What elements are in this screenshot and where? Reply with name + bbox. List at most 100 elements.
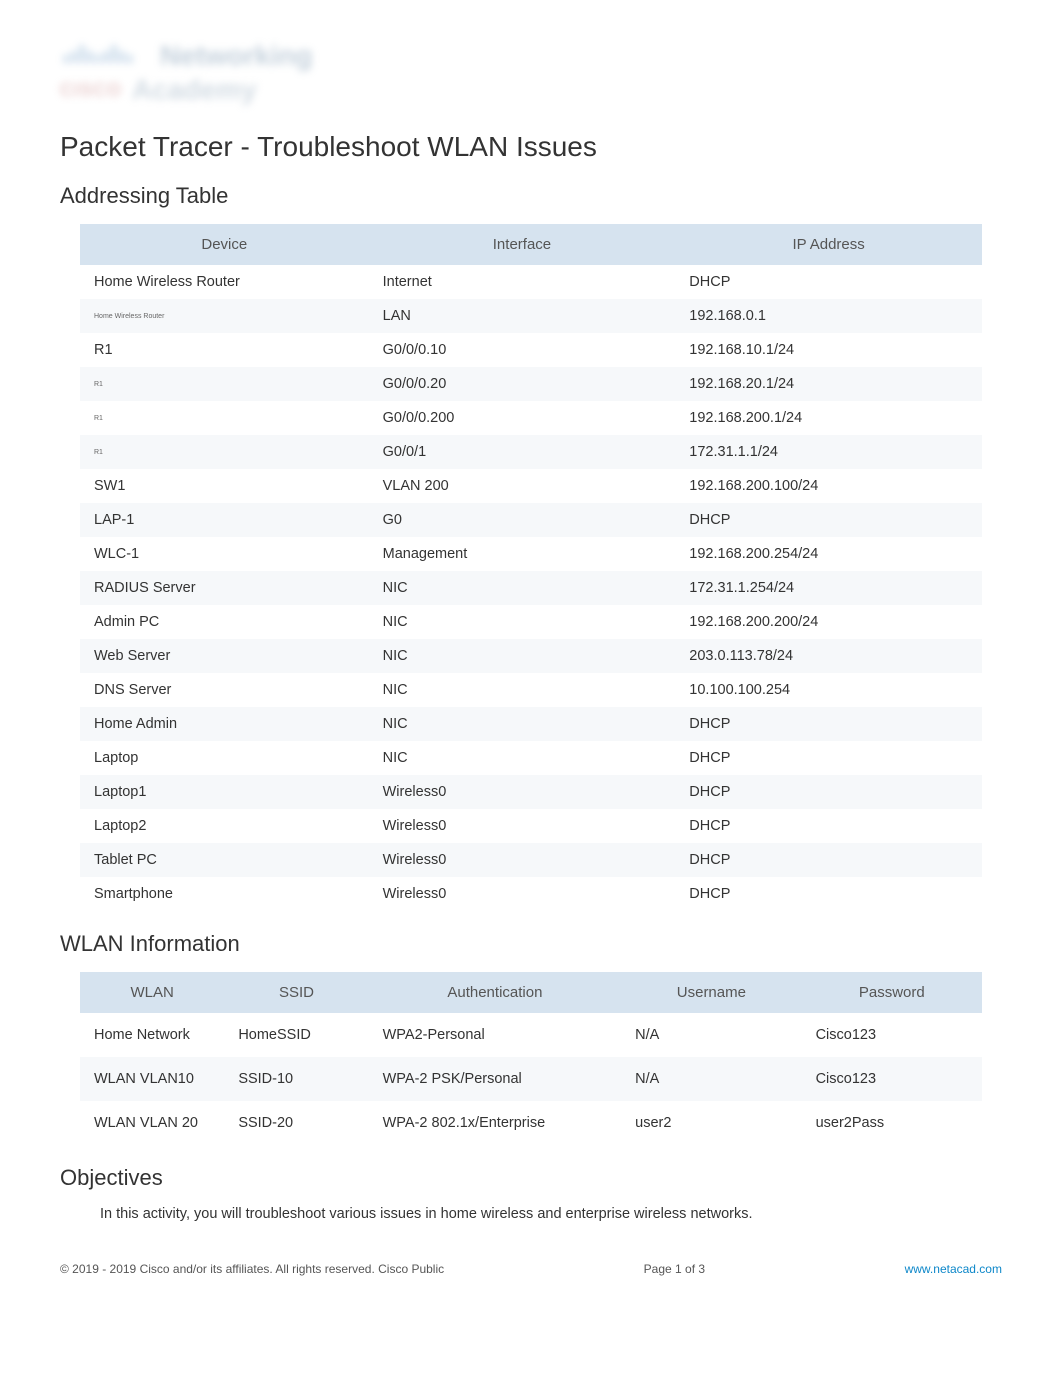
cell-user: N/A: [621, 1057, 801, 1101]
cell-ip: DHCP: [675, 707, 982, 741]
cell-ssid: HomeSSID: [224, 1013, 368, 1057]
cell-interface: NIC: [369, 673, 676, 707]
wlan-heading: WLAN Information: [60, 931, 1002, 957]
cell-pass: Cisco123: [802, 1057, 982, 1101]
table-row: Web ServerNIC203.0.113.78/24: [80, 639, 982, 673]
cell-auth: WPA-2 PSK/Personal: [369, 1057, 622, 1101]
cell-interface: Internet: [369, 265, 676, 299]
cell-interface: NIC: [369, 707, 676, 741]
cell-ip: 203.0.113.78/24: [675, 639, 982, 673]
cell-device: Home Wireless Router: [80, 299, 369, 333]
table-row: Home Wireless RouterLAN192.168.0.1: [80, 299, 982, 333]
table-row: Laptop2Wireless0DHCP: [80, 809, 982, 843]
cell-ip: 172.31.1.254/24: [675, 571, 982, 605]
cell-interface: NIC: [369, 605, 676, 639]
cell-interface: Management: [369, 537, 676, 571]
table-row: DNS ServerNIC10.100.100.254: [80, 673, 982, 707]
cell-device: Laptop2: [80, 809, 369, 843]
cell-ip: DHCP: [675, 877, 982, 911]
cell-ssid: SSID-10: [224, 1057, 368, 1101]
cell-auth: WPA-2 802.1x/Enterprise: [369, 1101, 622, 1145]
page-footer: © 2019 - 2019 Cisco and/or its affiliate…: [60, 1262, 1002, 1276]
col-ssid: SSID: [224, 972, 368, 1013]
col-interface: Interface: [369, 224, 676, 265]
cell-ip: DHCP: [675, 265, 982, 299]
cell-device: Home Admin: [80, 707, 369, 741]
cell-device: R1: [80, 435, 369, 469]
col-pass: Password: [802, 972, 982, 1013]
cell-interface: VLAN 200: [369, 469, 676, 503]
logo-text-academy: Academy: [132, 74, 257, 106]
cell-ip: 10.100.100.254: [675, 673, 982, 707]
cell-ip: DHCP: [675, 809, 982, 843]
cell-device: Laptop1: [80, 775, 369, 809]
table-row: RADIUS ServerNIC172.31.1.254/24: [80, 571, 982, 605]
wlan-table: WLAN SSID Authentication Username Passwo…: [80, 972, 982, 1145]
col-wlan: WLAN: [80, 972, 224, 1013]
table-row: Home AdminNICDHCP: [80, 707, 982, 741]
cell-interface: Wireless0: [369, 877, 676, 911]
cell-ip: 192.168.0.1: [675, 299, 982, 333]
cell-ip: 192.168.200.200/24: [675, 605, 982, 639]
table-row: SmartphoneWireless0DHCP: [80, 877, 982, 911]
cell-wlan: Home Network: [80, 1013, 224, 1057]
table-row: R1G0/0/0.10192.168.10.1/24: [80, 333, 982, 367]
wlan-table-wrap: WLAN SSID Authentication Username Passwo…: [80, 972, 982, 1145]
table-row: Admin PCNIC192.168.200.200/24: [80, 605, 982, 639]
cell-interface: LAN: [369, 299, 676, 333]
table-header-row: WLAN SSID Authentication Username Passwo…: [80, 972, 982, 1013]
cell-interface: G0: [369, 503, 676, 537]
table-row: R1G0/0/0.200192.168.200.1/24: [80, 401, 982, 435]
cell-device: WLC-1: [80, 537, 369, 571]
cell-user: user2: [621, 1101, 801, 1145]
footer-copyright: © 2019 - 2019 Cisco and/or its affiliate…: [60, 1262, 444, 1276]
cell-interface: NIC: [369, 639, 676, 673]
table-row: WLC-1Management192.168.200.254/24: [80, 537, 982, 571]
cell-auth: WPA2-Personal: [369, 1013, 622, 1057]
col-user: Username: [621, 972, 801, 1013]
addressing-table: Device Interface IP Address Home Wireles…: [80, 224, 982, 911]
objectives-heading: Objectives: [60, 1165, 1002, 1191]
cell-device: R1: [80, 367, 369, 401]
cell-device: DNS Server: [80, 673, 369, 707]
addressing-table-wrap: Device Interface IP Address Home Wireles…: [80, 224, 982, 911]
cell-interface: G0/0/0.20: [369, 367, 676, 401]
cell-device: Web Server: [80, 639, 369, 673]
table-row: WLAN VLAN 20SSID-20WPA-2 802.1x/Enterpri…: [80, 1101, 982, 1145]
col-auth: Authentication: [369, 972, 622, 1013]
cell-ip: 192.168.10.1/24: [675, 333, 982, 367]
cell-pass: Cisco123: [802, 1013, 982, 1057]
cell-device: R1: [80, 333, 369, 367]
col-device: Device: [80, 224, 369, 265]
cell-interface: G0/0/1: [369, 435, 676, 469]
cell-ip: DHCP: [675, 741, 982, 775]
cell-device: SW1: [80, 469, 369, 503]
cell-wlan: WLAN VLAN10: [80, 1057, 224, 1101]
table-row: Home Wireless RouterInternetDHCP: [80, 265, 982, 299]
cell-pass: user2Pass: [802, 1101, 982, 1145]
logo-line1: Networking: [60, 40, 1002, 72]
cell-interface: Wireless0: [369, 775, 676, 809]
logo-line2: CISCO Academy: [60, 74, 1002, 106]
table-row: SW1VLAN 200192.168.200.100/24: [80, 469, 982, 503]
cell-user: N/A: [621, 1013, 801, 1057]
cell-ip: 192.168.20.1/24: [675, 367, 982, 401]
table-row: Laptop1Wireless0DHCP: [80, 775, 982, 809]
cell-ip: 192.168.200.1/24: [675, 401, 982, 435]
cell-device: RADIUS Server: [80, 571, 369, 605]
cell-device: LAP-1: [80, 503, 369, 537]
cell-interface: G0/0/0.200: [369, 401, 676, 435]
cell-device: Tablet PC: [80, 843, 369, 877]
footer-link: www.netacad.com: [905, 1262, 1002, 1276]
table-row: R1G0/0/1172.31.1.1/24: [80, 435, 982, 469]
cell-ip: DHCP: [675, 775, 982, 809]
cell-ip: 172.31.1.1/24: [675, 435, 982, 469]
cisco-bars-icon: [60, 41, 150, 72]
table-row: R1G0/0/0.20192.168.20.1/24: [80, 367, 982, 401]
table-row: Tablet PCWireless0DHCP: [80, 843, 982, 877]
table-row: LaptopNICDHCP: [80, 741, 982, 775]
cell-device: R1: [80, 401, 369, 435]
cell-wlan: WLAN VLAN 20: [80, 1101, 224, 1145]
table-row: Home NetworkHomeSSIDWPA2-PersonalN/ACisc…: [80, 1013, 982, 1057]
cell-device: Smartphone: [80, 877, 369, 911]
